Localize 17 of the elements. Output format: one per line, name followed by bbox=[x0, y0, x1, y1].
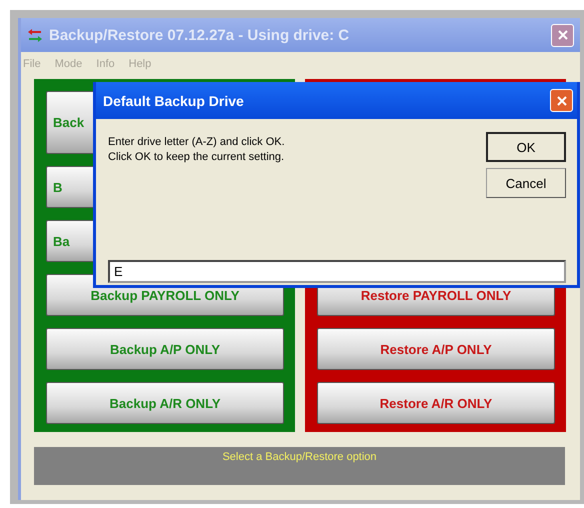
option-button[interactable]: Backup A/R ONLY bbox=[46, 382, 284, 424]
drive-input-field[interactable]: E bbox=[108, 260, 566, 283]
option-button[interactable]: Backup A/P ONLY bbox=[46, 328, 284, 370]
cancel-button[interactable]: Cancel bbox=[486, 168, 566, 198]
prompt-text: Enter drive letter (A-Z) and click OK. bbox=[108, 135, 285, 150]
ok-button[interactable]: OK bbox=[486, 132, 566, 162]
prompt-text: Click OK to keep the current setting. bbox=[108, 150, 285, 165]
arrows-icon bbox=[27, 27, 43, 43]
close-icon bbox=[556, 94, 568, 106]
option-button[interactable]: Restore A/P ONLY bbox=[317, 328, 555, 370]
close-button[interactable] bbox=[550, 89, 573, 112]
dialog-title: Default Backup Drive bbox=[103, 92, 245, 108]
close-icon bbox=[556, 29, 568, 41]
window-title: Backup/Restore 07.12.27a - Using drive: C bbox=[49, 26, 350, 44]
option-button[interactable]: Restore A/R ONLY bbox=[317, 382, 555, 424]
status-text: Select a Backup/Restore option bbox=[222, 451, 377, 463]
close-button[interactable] bbox=[551, 24, 574, 46]
